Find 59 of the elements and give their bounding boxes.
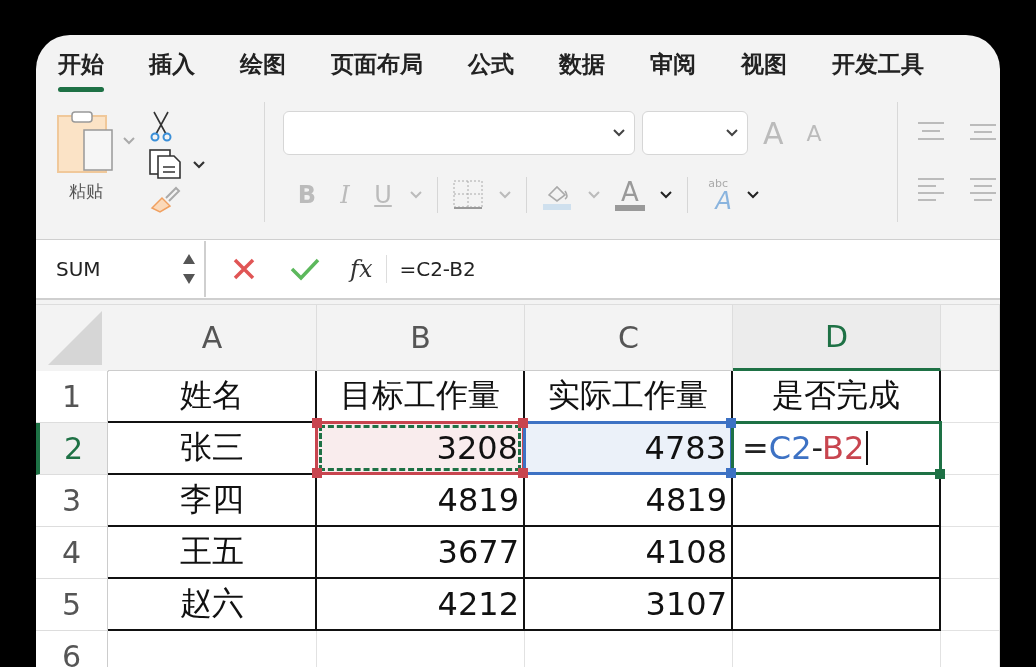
- caret-icon[interactable]: [746, 190, 760, 200]
- ribbon-tab[interactable]: 绘图: [240, 40, 286, 88]
- ribbon-tab[interactable]: 公式: [468, 40, 514, 88]
- row-header[interactable]: 4: [36, 527, 108, 579]
- fill-handle[interactable]: [935, 469, 945, 479]
- table-cell: 4819: [317, 475, 525, 527]
- table-cell: 3677: [317, 527, 525, 579]
- column-header[interactable]: D: [733, 305, 941, 371]
- table-cell: 3107: [525, 579, 733, 631]
- table-cell: 4108: [525, 527, 733, 579]
- align-middle-icon[interactable]: [968, 121, 998, 143]
- ribbon-tab[interactable]: 视图: [741, 40, 787, 88]
- column-header[interactable]: B: [317, 305, 525, 371]
- font-size-dropdown[interactable]: [642, 111, 748, 155]
- select-all-icon[interactable]: [36, 305, 109, 372]
- table-cell: 4819: [525, 475, 733, 527]
- formula-input[interactable]: =C2-B2: [399, 257, 476, 281]
- resize-handle[interactable]: [312, 418, 322, 428]
- ribbon-tab[interactable]: 插入: [149, 40, 195, 88]
- scissors-icon[interactable]: [148, 110, 174, 142]
- font-name-dropdown[interactable]: [283, 111, 635, 155]
- resize-handle[interactable]: [518, 468, 528, 478]
- resize-handle[interactable]: [518, 418, 528, 428]
- chevron-icon: [612, 128, 626, 138]
- resize-handle[interactable]: [312, 468, 322, 478]
- table-cell: 王五: [108, 527, 317, 579]
- column-header[interactable]: A: [108, 305, 317, 371]
- check-icon[interactable]: [290, 257, 320, 281]
- cancel-icon[interactable]: [232, 257, 256, 281]
- brush-icon[interactable]: [148, 186, 182, 214]
- table-cell: 姓名: [108, 371, 317, 423]
- cell-formula[interactable]: =C2-B2: [742, 429, 865, 467]
- table-cell: 赵六: [108, 579, 317, 631]
- row-header[interactable]: 1: [36, 371, 108, 423]
- table-cell: 李四: [108, 475, 317, 527]
- function-button[interactable]: fx: [350, 255, 373, 283]
- align-top-icon[interactable]: [916, 121, 946, 143]
- name-box[interactable]: SUM: [36, 241, 206, 297]
- row-header[interactable]: 5: [36, 579, 108, 631]
- column-header[interactable]: [941, 305, 1000, 371]
- align-center-icon[interactable]: [968, 177, 998, 203]
- align-left-icon[interactable]: [916, 177, 946, 203]
- resize-handle[interactable]: [726, 468, 736, 478]
- chevron-icon: [725, 128, 739, 138]
- ribbon-tab[interactable]: 数据: [559, 40, 605, 88]
- column-header[interactable]: C: [525, 305, 733, 371]
- referenced-cell[interactable]: 4783: [523, 421, 733, 475]
- row-header[interactable]: 3: [36, 475, 108, 527]
- caret-icon[interactable]: [659, 190, 673, 200]
- referenced-cell[interactable]: 3208: [315, 421, 525, 475]
- paste-label[interactable]: 粘贴: [69, 180, 103, 203]
- ribbon-tab[interactable]: 审阅: [650, 40, 696, 88]
- border-icon[interactable]: [452, 179, 484, 211]
- editing-cell[interactable]: =C2-B2: [731, 421, 942, 475]
- ribbon-tab[interactable]: 开发工具: [832, 40, 924, 88]
- resize-handle[interactable]: [726, 418, 736, 428]
- table-cell: 4212: [317, 579, 525, 631]
- row-header[interactable]: 2: [36, 423, 108, 475]
- ribbon-tab[interactable]: 页面布局: [331, 40, 423, 88]
